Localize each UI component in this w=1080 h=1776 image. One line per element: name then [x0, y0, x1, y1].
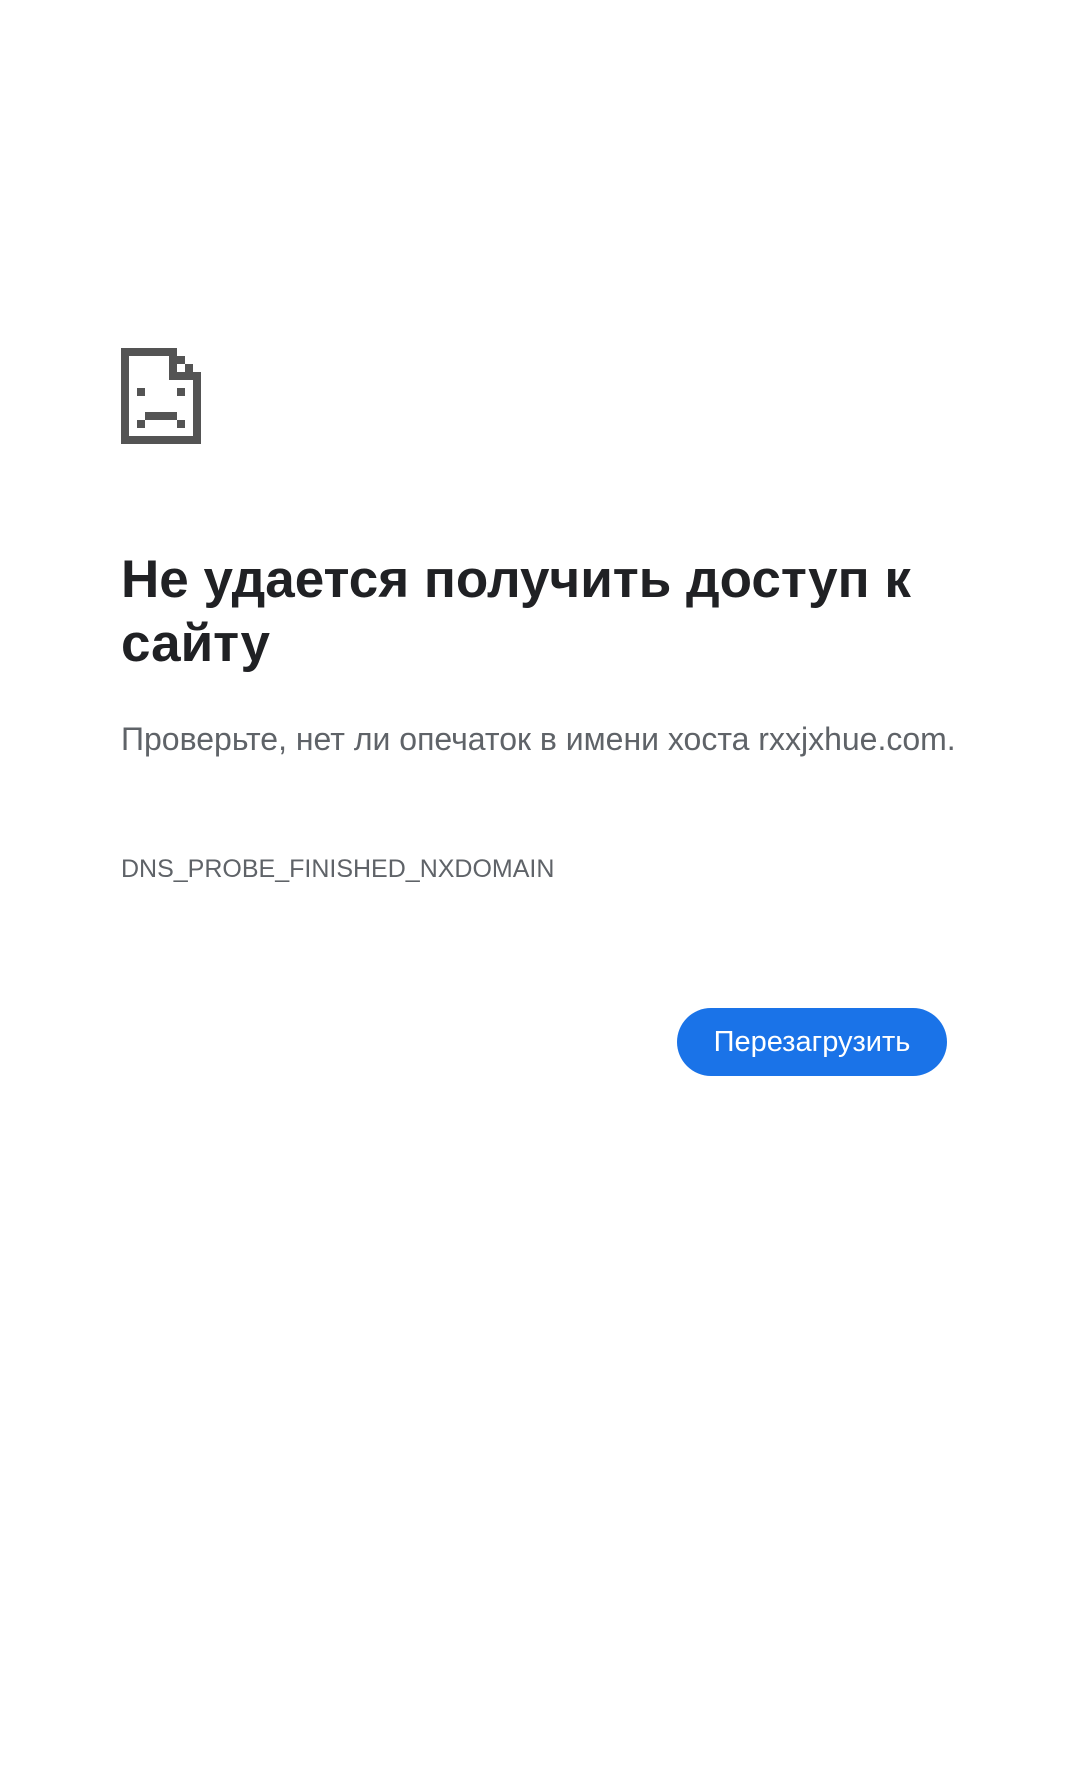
sad-page-icon — [121, 348, 201, 444]
error-code: DNS_PROBE_FINISHED_NXDOMAIN — [121, 855, 555, 883]
error-title: Не удается получить доступ к сайту — [121, 550, 911, 673]
error-message: Проверьте, нет ли опечаток в имени хоста… — [121, 721, 956, 757]
reload-button[interactable]: Перезагрузить — [677, 1008, 947, 1076]
